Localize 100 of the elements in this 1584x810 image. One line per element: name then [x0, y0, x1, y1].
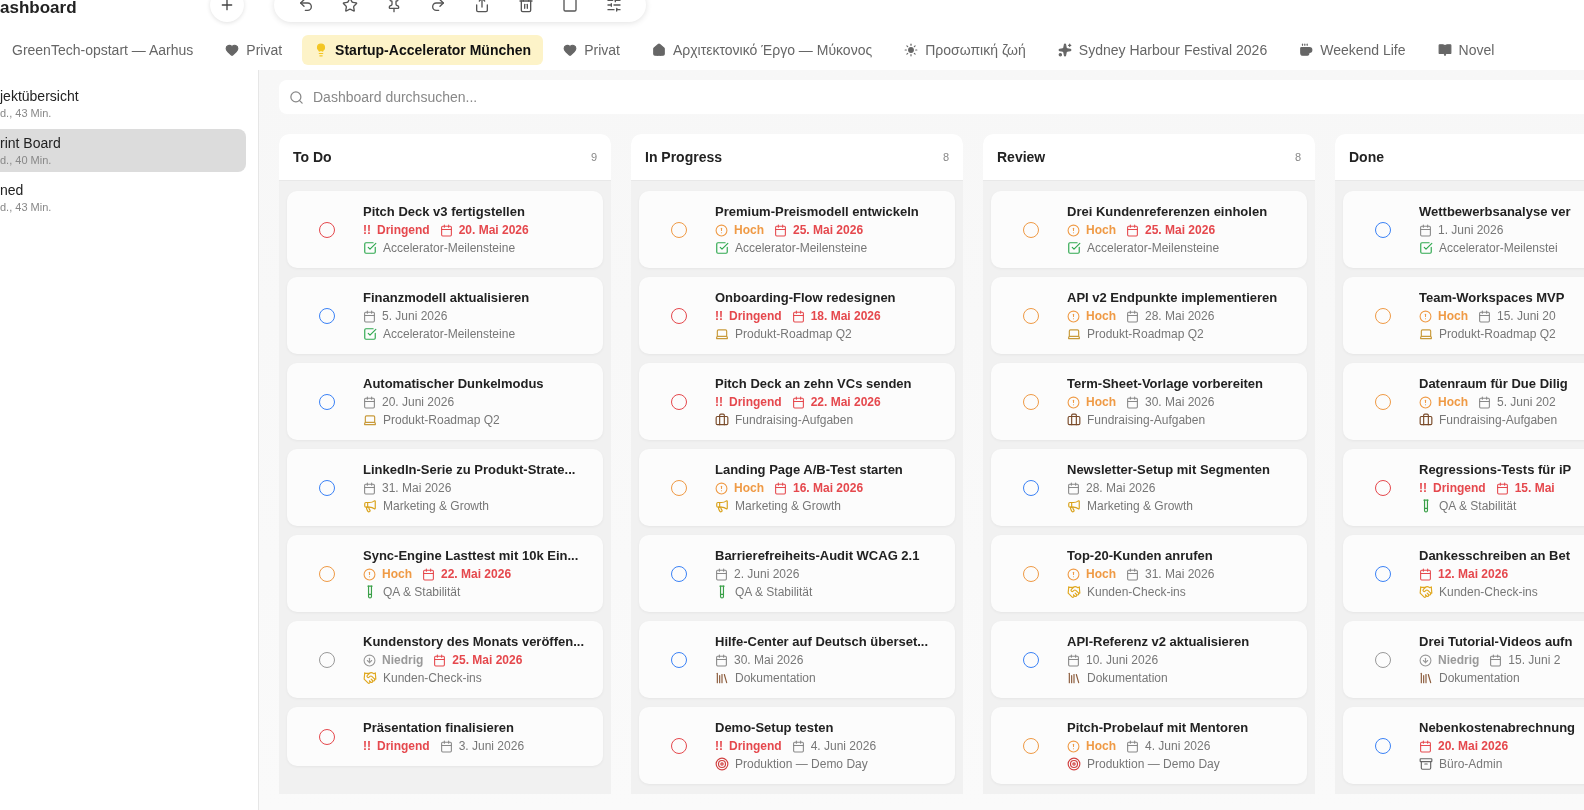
- task-card[interactable]: Drei Tutorial-Videos aufn Niedrig 15. Juni 2 Dokumentation: [1343, 621, 1584, 698]
- calendar-icon: [1419, 739, 1432, 753]
- trash-icon[interactable]: [518, 0, 534, 13]
- house-icon: [651, 43, 666, 57]
- project-tab[interactable]: Startup-Accelerator München: [302, 35, 544, 65]
- due-date: 15. Juni 20: [1497, 309, 1556, 323]
- calendar-icon: [1067, 653, 1080, 667]
- task-title: Onboarding-Flow redesignen: [715, 290, 896, 305]
- task-card[interactable]: Sync-Engine Lasttest mit 10k Ein... Hoch 22. Mai 2026 QA & Stabilität: [287, 535, 603, 612]
- sun-icon: [904, 43, 919, 57]
- priority-label: Dringend: [729, 395, 782, 409]
- sidebar-item[interactable]: rint Board d., 40 Min.: [0, 129, 246, 172]
- calendar-icon: [363, 309, 376, 323]
- calendar-icon: [791, 395, 805, 409]
- task-title: Finanzmodell aktualisieren: [363, 290, 530, 305]
- due-date: 25. Mai 2026: [452, 653, 523, 667]
- urgent-mark: !!: [715, 309, 723, 323]
- alert-icon: [1067, 395, 1080, 409]
- task-card[interactable]: Präsentation finalisieren !! Dringend 3. Juni 2026: [287, 707, 603, 766]
- task-title: Team-Workspaces MVP: [1419, 290, 1565, 305]
- sidebar-item[interactable]: ned d., 43 Min.: [0, 176, 246, 219]
- task-count: 8: [942, 151, 949, 163]
- task-card[interactable]: LinkedIn-Serie zu Produkt-Strate... 31. Mai 2026 Marketing & Growth: [287, 449, 603, 526]
- task-title: Dankesschreiben an Bet: [1419, 548, 1570, 563]
- project-name: Accelerator-Meilensteine: [383, 327, 516, 341]
- project-tab[interactable]: Privat: [551, 35, 632, 65]
- task-card[interactable]: Nebenkostenabrechnung 20. Mai 2026 Büro-Admin: [1343, 707, 1584, 784]
- task-card[interactable]: Regressions-Tests für iP !! Dringend 15. Mai QA & Stabilität: [1343, 449, 1584, 526]
- project-tab[interactable]: Αρχιτεκτονικό Έργο — Μύκονος: [639, 35, 885, 65]
- due-date: 30. Mai 2026: [734, 653, 804, 667]
- star-icon[interactable]: [342, 0, 358, 13]
- task-card[interactable]: Drei Kundenreferenzen einholen Hoch 25. Mai 2026 Accelerator-Meilensteine: [991, 191, 1307, 268]
- task-title: API-Referenz v2 aktualisieren: [1067, 634, 1250, 649]
- priority-label: Hoch: [1086, 223, 1116, 237]
- due-date: 1. Juni 2026: [1438, 223, 1504, 237]
- task-card[interactable]: Premium-Preismodell entwickeln Hoch 25. Mai 2026 Accelerator-Meilensteine: [639, 191, 955, 268]
- task-card[interactable]: Pitch Deck v3 fertigstellen !! Dringend 20. Mai 2026 Accelerator-Meilensteine: [287, 191, 603, 268]
- project-name: Accelerator-Meilenstei: [1439, 241, 1558, 255]
- urgent-mark: !!: [715, 739, 723, 753]
- due-date: 10. Juni 2026: [1086, 653, 1159, 667]
- task-card[interactable]: Term-Sheet-Vorlage vorbereiten Hoch 30. Mai 2026 Fundraising-Aufgaben: [991, 363, 1307, 440]
- project-tab[interactable]: Sydney Harbour Festival 2026: [1045, 35, 1280, 65]
- task-card[interactable]: Hilfe-Center auf Deutsch überset... 30. Mai 2026 Dokumentation: [639, 621, 955, 698]
- task-title: Pitch Deck an zehn VCs senden: [715, 376, 912, 391]
- task-card[interactable]: Wettbewerbsanalyse ver 1. Juni 2026 Accelerator-Meilenstei: [1343, 191, 1584, 268]
- project-tab[interactable]: Weekend Life: [1287, 35, 1418, 65]
- due-date: 2. Juni 2026: [734, 567, 800, 581]
- task-card[interactable]: API v2 Endpunkte implementieren Hoch 28. Mai 2026 Produkt-Roadmap Q2: [991, 277, 1307, 354]
- search-field[interactable]: Dashboard durchsuchen...: [279, 80, 1584, 114]
- due-date: 31. Mai 2026: [1145, 567, 1215, 581]
- alert-icon: [363, 567, 376, 581]
- task-title: Demo-Setup testen: [715, 720, 835, 735]
- project-tab[interactable]: Novel: [1425, 35, 1507, 65]
- task-card[interactable]: Pitch-Probelauf mit Mentoren Hoch 4. Juni 2026 Produktion — Demo Day: [991, 707, 1307, 784]
- task-title: Premium-Preismodell entwickeln: [715, 204, 919, 219]
- pin-icon[interactable]: [386, 0, 402, 13]
- alert-icon: [1419, 395, 1432, 409]
- sidebar-item[interactable]: jektübersicht d., 43 Min.: [0, 82, 246, 125]
- project-name: Produkt-Roadmap Q2: [383, 413, 500, 427]
- task-card[interactable]: Finanzmodell aktualisieren 5. Juni 2026 Accelerator-Meilensteine: [287, 277, 603, 354]
- priority-label: Dringend: [377, 739, 430, 753]
- priority-label: Hoch: [1438, 309, 1468, 323]
- due-date: 16. Mai 2026: [793, 481, 864, 495]
- project-name: Fundraising-Aufgaben: [735, 413, 854, 427]
- project-name: Büro-Admin: [1439, 757, 1503, 771]
- task-card[interactable]: Team-Workspaces MVP Hoch 15. Juni 20 Produkt-Roadmap Q2: [1343, 277, 1584, 354]
- project-name: Accelerator-Meilensteine: [735, 241, 868, 255]
- redo-icon[interactable]: [430, 0, 446, 13]
- due-date: 25. Mai 2026: [1145, 223, 1216, 237]
- project-name: Accelerator-Meilensteine: [1087, 241, 1220, 255]
- task-card[interactable]: Onboarding-Flow redesignen !! Dringend 18. Mai 2026 Produkt-Roadmap Q2: [639, 277, 955, 354]
- task-card[interactable]: Barrierefreiheits-Audit WCAG 2.1 2. Juni 2026 QA & Stabilität: [639, 535, 955, 612]
- task-card[interactable]: Datenraum für Due Dilig Hoch 5. Juni 202 Fundraising-Aufgaben: [1343, 363, 1584, 440]
- project-name: Produktion — Demo Day: [1087, 757, 1220, 771]
- task-card[interactable]: Kundenstory des Monats veröffen... Niedrig 25. Mai 2026 Kunden-Check-ins: [287, 621, 603, 698]
- project-name: Kunden-Check-ins: [1087, 585, 1186, 599]
- task-card[interactable]: Top-20-Kunden anrufen Hoch 31. Mai 2026 Kunden-Check-ins: [991, 535, 1307, 612]
- sliders-icon[interactable]: [606, 0, 622, 13]
- task-card[interactable]: Automatischer Dunkelmodus 20. Juni 2026 Produkt-Roadmap Q2: [287, 363, 603, 440]
- project-tab[interactable]: GreenTech-opstart — Aarhus: [0, 35, 206, 65]
- undo-icon[interactable]: [298, 0, 314, 13]
- due-date: 30. Mai 2026: [1145, 395, 1215, 409]
- share-icon[interactable]: [474, 0, 490, 13]
- calendar-icon: [715, 567, 728, 581]
- task-card[interactable]: Dankesschreiben an Bet 12. Mai 2026 Kunden-Check-ins: [1343, 535, 1584, 612]
- priority-label: Dringend: [377, 223, 430, 237]
- task-card[interactable]: Demo-Setup testen !! Dringend 4. Juni 2026 Produktion — Demo Day: [639, 707, 955, 784]
- task-card[interactable]: Pitch Deck an zehn VCs senden !! Dringend 22. Mai 2026 Fundraising-Aufgaben: [639, 363, 955, 440]
- project-tab[interactable]: Privat: [213, 35, 295, 65]
- project-name: Produkt-Roadmap Q2: [1439, 327, 1556, 341]
- project-tab[interactable]: Προσωπική ζωή: [892, 35, 1038, 65]
- calendar-icon: [1126, 223, 1139, 237]
- task-card[interactable]: Landing Page A/B-Test starten Hoch 16. Mai 2026 Marketing & Growth: [639, 449, 955, 526]
- due-date: 20. Juni 2026: [382, 395, 455, 409]
- due-date: 5. Juni 2026: [382, 309, 448, 323]
- task-card[interactable]: API-Referenz v2 aktualisieren 10. Juni 2026 Dokumentation: [991, 621, 1307, 698]
- task-title: LinkedIn-Serie zu Produkt-Strate...: [363, 462, 576, 477]
- task-title: Barrierefreiheits-Audit WCAG 2.1: [715, 548, 920, 563]
- task-card[interactable]: Newsletter-Setup mit Segmenten 28. Mai 2026 Marketing & Growth: [991, 449, 1307, 526]
- item-title: jektübersicht: [0, 88, 80, 104]
